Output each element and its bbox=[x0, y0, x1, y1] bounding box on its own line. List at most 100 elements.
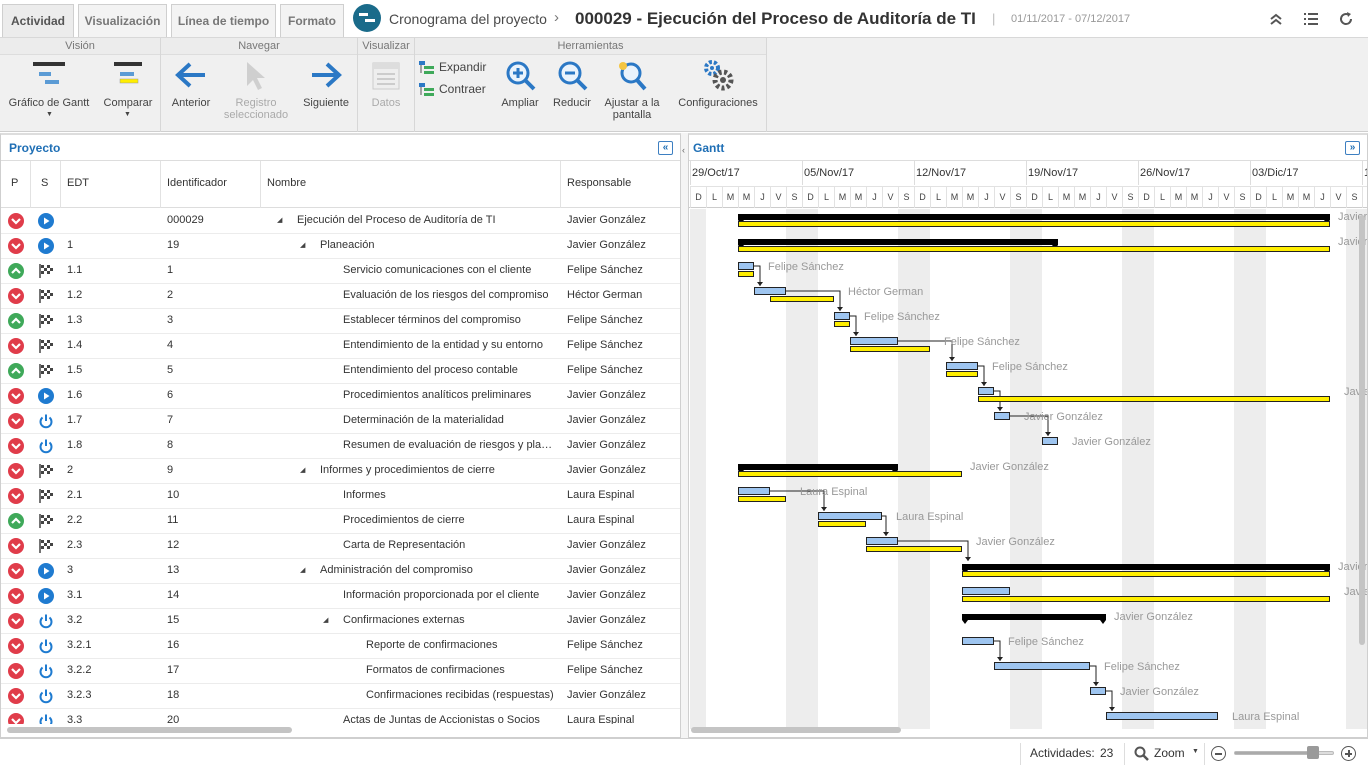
gantt-task-bar[interactable] bbox=[754, 287, 786, 295]
gantt-summary-bar[interactable] bbox=[962, 564, 1330, 570]
gantt-task-bar[interactable] bbox=[850, 337, 898, 345]
next-button[interactable]: Siguiente bbox=[298, 58, 354, 126]
fit-to-screen-button[interactable]: Ajustar a la pantalla bbox=[600, 58, 664, 126]
gantt-summary-bar[interactable] bbox=[738, 464, 898, 470]
gantt-task-bar[interactable] bbox=[946, 362, 978, 370]
collapse-up-icon[interactable] bbox=[1267, 10, 1285, 28]
priority-down-icon bbox=[8, 638, 24, 654]
zoom-plus-icon[interactable] bbox=[1341, 746, 1356, 761]
tab-linea-de-tiempo[interactable]: Línea de tiempo bbox=[171, 4, 276, 37]
settings-button[interactable]: Configuraciones bbox=[674, 58, 762, 126]
table-row[interactable]: 2.2 11 Procedimientos de cierre Laura Espin… bbox=[1, 509, 680, 534]
table-row[interactable]: 1.3 3 Establecer términos del compromiso Fe… bbox=[1, 309, 680, 334]
day-label: M bbox=[850, 186, 866, 208]
table-row[interactable]: 1.4 4 Entendimiento de la entidad y su ent… bbox=[1, 334, 680, 359]
table-row[interactable]: 3.2 15 ◢ Confirmaciones externas Javier Gonz… bbox=[1, 609, 680, 634]
table-row[interactable]: 2.3 12 Carta de Representación Javier Gonzá… bbox=[1, 534, 680, 559]
gantt-task-bar[interactable] bbox=[738, 487, 770, 495]
column-edt[interactable]: EDT bbox=[61, 161, 161, 208]
gantt-task-bar[interactable] bbox=[994, 412, 1010, 420]
table-row[interactable]: 3 13 ◢ Administración del compromiso Javier … bbox=[1, 559, 680, 584]
zoom-in-button[interactable]: Ampliar bbox=[497, 58, 543, 126]
day-label: D bbox=[1362, 186, 1367, 208]
column-p[interactable]: P bbox=[1, 161, 31, 208]
breadcrumb-module[interactable]: Cronograma del proyecto bbox=[389, 11, 547, 27]
tab-actividad[interactable]: Actividad bbox=[2, 4, 74, 37]
arrow-left-icon bbox=[175, 62, 205, 88]
day-label: L bbox=[1042, 186, 1058, 208]
zoom-out-button[interactable]: Reducir bbox=[549, 58, 595, 126]
gantt-summary-bar[interactable] bbox=[738, 239, 1058, 245]
tab-formato[interactable]: Formato bbox=[280, 4, 344, 37]
zoom-slider[interactable] bbox=[1234, 746, 1334, 759]
column-nombre[interactable]: Nombre bbox=[261, 161, 561, 208]
table-row[interactable]: 000029 ◢ Ejecución del Proceso de Auditorí… bbox=[1, 209, 680, 234]
expand-triangle-icon[interactable]: ◢ bbox=[277, 209, 282, 233]
table-row[interactable]: 3.2.1 16 Reporte de confirmaciones Felipe S… bbox=[1, 634, 680, 659]
previous-button[interactable]: Anterior bbox=[163, 58, 219, 126]
arrow-right-icon bbox=[312, 62, 342, 88]
tab-visualizacion[interactable]: Visualización bbox=[78, 4, 167, 37]
horizontal-scrollbar[interactable] bbox=[7, 727, 292, 733]
gantt-bar-label: Felipe Sánchez bbox=[992, 361, 1068, 373]
cell-responsable: Felipe Sánchez bbox=[567, 264, 643, 276]
table-row[interactable]: 1.1 1 Servicio comunicaciones con el clien… bbox=[1, 259, 680, 284]
chevron-left-icon[interactable]: ‹ bbox=[682, 145, 685, 155]
collapse-button[interactable]: Contraer bbox=[419, 82, 491, 98]
gantt-task-bar[interactable] bbox=[1042, 437, 1058, 445]
gantt-summary-cap bbox=[962, 620, 968, 624]
compare-button[interactable]: Comparar ▼ bbox=[98, 58, 158, 126]
gantt-task-bar[interactable] bbox=[962, 587, 1010, 595]
table-row[interactable]: 1.2 2 Evaluación de los riesgos del compro… bbox=[1, 284, 680, 309]
table-row[interactable]: 2.1 10 Informes Laura Espinal bbox=[1, 484, 680, 509]
gantt-horizontal-scrollbar[interactable] bbox=[691, 727, 901, 733]
priority-down-icon bbox=[8, 488, 24, 504]
zoom-minus-icon[interactable] bbox=[1211, 746, 1226, 761]
column-responsable[interactable]: Responsable bbox=[561, 161, 680, 208]
gantt-task-bar[interactable] bbox=[978, 387, 994, 395]
cell-identificador: 14 bbox=[167, 589, 180, 601]
status-power-icon bbox=[38, 438, 54, 454]
week-label: 26/Nov/17 bbox=[1140, 167, 1191, 179]
table-row[interactable]: 2 9 ◢ Informes y procedimientos de cierre Ja… bbox=[1, 459, 680, 484]
cell-responsable: Felipe Sánchez bbox=[567, 364, 643, 376]
expand-right-icon[interactable]: » bbox=[1345, 141, 1360, 155]
column-s[interactable]: S bbox=[31, 161, 61, 208]
column-identificador[interactable]: Identificador bbox=[161, 161, 261, 208]
expand-triangle-icon[interactable]: ◢ bbox=[300, 234, 305, 258]
gantt-summary-bar[interactable] bbox=[962, 614, 1106, 620]
gantt-task-bar[interactable] bbox=[738, 262, 754, 270]
list-menu-icon[interactable] bbox=[1302, 10, 1320, 28]
expand-triangle-icon[interactable]: ◢ bbox=[300, 459, 305, 483]
gantt-summary-bar[interactable] bbox=[738, 214, 1330, 220]
gantt-vertical-scrollbar[interactable] bbox=[1359, 215, 1365, 645]
table-row[interactable]: 3.1 14 Información proporcionada por el cl… bbox=[1, 584, 680, 609]
gantt-task-bar[interactable] bbox=[818, 512, 882, 520]
cell-edt: 1.7 bbox=[67, 414, 83, 426]
data-button[interactable]: Datos bbox=[360, 58, 412, 126]
gantt-task-bar[interactable] bbox=[866, 537, 898, 545]
refresh-icon[interactable] bbox=[1337, 10, 1355, 28]
cell-edt: 3.2.3 bbox=[67, 689, 92, 701]
gantt-chart-button[interactable]: Gráfico de Gantt ▼ bbox=[2, 58, 96, 126]
gantt-task-bar[interactable] bbox=[994, 662, 1090, 670]
expand-triangle-icon[interactable]: ◢ bbox=[323, 609, 328, 633]
table-row[interactable]: 1.8 8 Resumen de evaluación de riesgos y p… bbox=[1, 434, 680, 459]
table-row[interactable]: 3.2.3 18 Confirmaciones recibidas (respues… bbox=[1, 684, 680, 709]
expand-button[interactable]: Expandir bbox=[419, 60, 491, 76]
table-row[interactable]: 1.7 7 Determinación de la materialidad Javi… bbox=[1, 409, 680, 434]
table-row[interactable]: 1 19 ◢ Planeación Javier González bbox=[1, 234, 680, 259]
gantt-task-bar[interactable] bbox=[1106, 712, 1218, 720]
selected-record-button[interactable]: Registro seleccionado bbox=[221, 58, 291, 126]
gantt-task-bar[interactable] bbox=[962, 637, 994, 645]
gantt-task-bar[interactable] bbox=[834, 312, 850, 320]
table-row[interactable]: 1.5 5 Entendimiento del proceso contable Fe… bbox=[1, 359, 680, 384]
panel-splitter[interactable]: ‹ bbox=[681, 133, 688, 738]
table-row[interactable]: 3.3 20 Actas de Juntas de Accionistas o So… bbox=[1, 709, 680, 724]
expand-triangle-icon[interactable]: ◢ bbox=[300, 559, 305, 583]
table-row[interactable]: 3.2.2 17 Formatos de confirmaciones Felipe … bbox=[1, 659, 680, 684]
gantt-task-bar[interactable] bbox=[1090, 687, 1106, 695]
zoom-slider-handle[interactable] bbox=[1307, 746, 1319, 759]
collapse-left-icon[interactable]: « bbox=[658, 141, 673, 155]
table-row[interactable]: 1.6 6 Procedimientos analíticos preliminar… bbox=[1, 384, 680, 409]
